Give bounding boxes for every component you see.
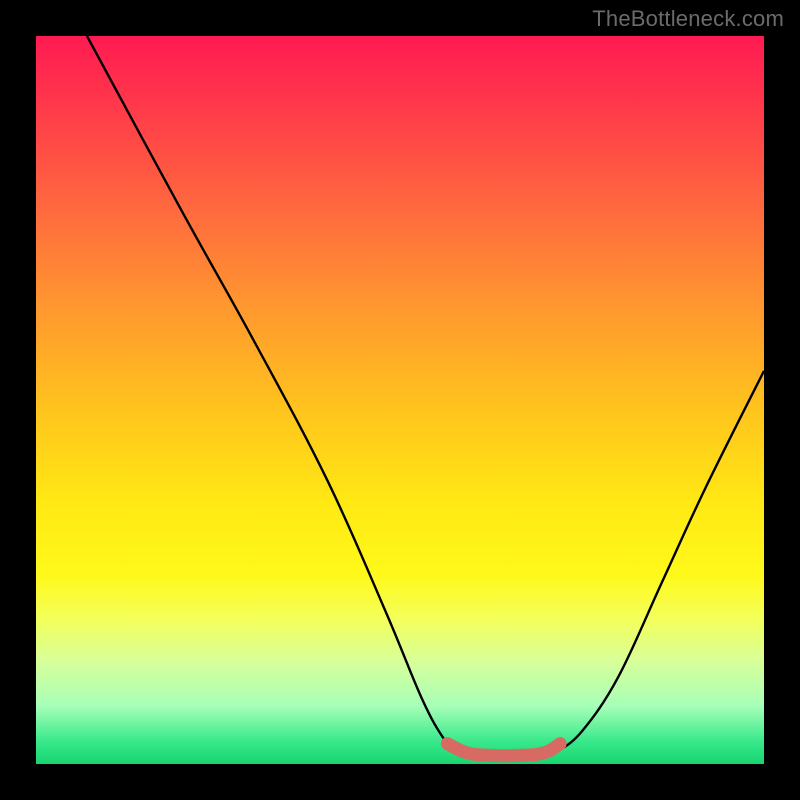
watermark-text: TheBottleneck.com	[592, 6, 784, 32]
plot-area	[36, 36, 764, 764]
valley-highlight-band	[447, 744, 560, 756]
chart-frame: TheBottleneck.com	[0, 0, 800, 800]
curve-layer	[36, 36, 764, 764]
bottleneck-curve-right	[557, 371, 764, 752]
bottleneck-curve-left	[87, 36, 458, 752]
